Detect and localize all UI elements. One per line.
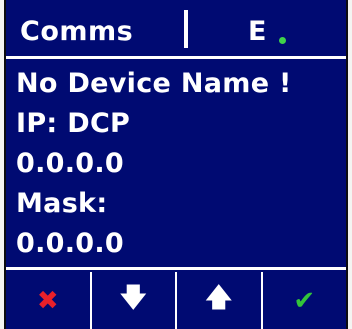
ip-value: 0.0.0.0	[16, 148, 125, 179]
mode-indicator: E	[248, 16, 267, 47]
mask-value: 0.0.0.0	[16, 228, 125, 259]
softkey-bar: ✖ 🡇 🡅 ✔	[6, 272, 346, 329]
header-bar: Comms E	[6, 0, 346, 56]
arrow-up-icon: 🡅	[205, 282, 233, 313]
ip-label: IP: DCP	[16, 108, 131, 139]
device-name-text: No Device Name !	[16, 68, 292, 99]
header-divider	[184, 10, 188, 48]
check-icon: ✔	[293, 285, 316, 316]
menu-title: Comms	[20, 16, 134, 47]
close-icon: ✖	[36, 285, 59, 316]
info-panel: No Device Name ! IP: DCP 0.0.0.0 Mask: 0…	[16, 64, 292, 264]
cancel-button[interactable]: ✖	[6, 272, 90, 329]
down-button[interactable]: 🡇	[92, 272, 176, 329]
footer-separator	[6, 267, 346, 270]
mask-label: Mask:	[16, 188, 108, 219]
ok-button[interactable]: ✔	[263, 272, 347, 329]
header-separator	[6, 56, 346, 59]
status-dot	[279, 37, 286, 44]
arrow-down-icon: 🡇	[119, 282, 147, 313]
up-button[interactable]: 🡅	[177, 272, 261, 329]
device-screen: Comms E No Device Name ! IP: DCP 0.0.0.0…	[4, 0, 348, 329]
